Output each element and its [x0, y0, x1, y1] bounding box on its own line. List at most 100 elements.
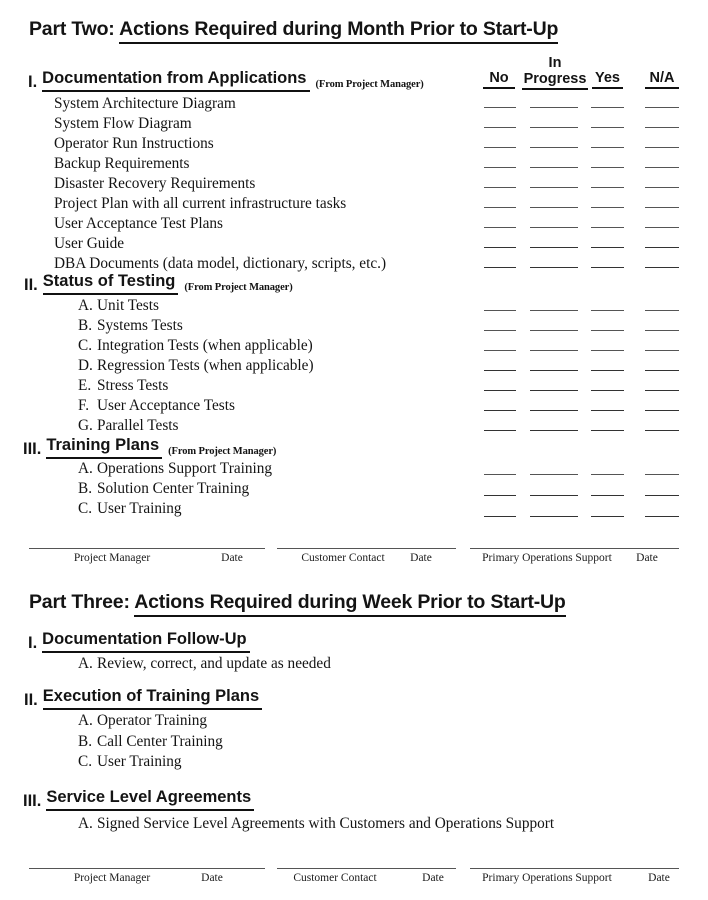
section-title-p3-III: Service Level Agreements — [46, 788, 255, 811]
signature-label-project-manager: Project Manager — [73, 872, 151, 884]
answer-blank-progress[interactable] — [530, 370, 578, 371]
answer-blank-no[interactable] — [484, 227, 516, 228]
answer-blank-na[interactable] — [645, 350, 679, 351]
signature-line-date[interactable] — [197, 548, 265, 549]
answer-blank-yes[interactable] — [591, 330, 624, 331]
answer-blank-no[interactable] — [484, 187, 516, 188]
answer-blank-progress[interactable] — [530, 267, 578, 268]
answer-blank-progress[interactable] — [530, 127, 578, 128]
signature-line-date[interactable] — [615, 548, 679, 549]
list-item-letter: B. — [78, 733, 93, 750]
answer-blank-progress[interactable] — [530, 187, 578, 188]
answer-blank-progress[interactable] — [530, 516, 578, 517]
answer-blank-yes[interactable] — [591, 516, 624, 517]
answer-blank-progress[interactable] — [530, 350, 578, 351]
signature-label-project-manager: Project Manager — [73, 552, 151, 564]
list-item: DBA Documents (data model, dictionary, s… — [54, 256, 386, 271]
answer-blank-yes[interactable] — [591, 207, 624, 208]
answer-blank-na[interactable] — [645, 187, 679, 188]
answer-blank-progress[interactable] — [530, 474, 578, 475]
answer-blank-na[interactable] — [645, 267, 679, 268]
list-item-letter: C. — [78, 753, 93, 770]
answer-blank-no[interactable] — [484, 247, 516, 248]
answer-blank-yes[interactable] — [591, 187, 624, 188]
answer-blank-progress[interactable] — [530, 107, 578, 108]
answer-blank-no[interactable] — [484, 167, 516, 168]
answer-blank-yes[interactable] — [591, 474, 624, 475]
signature-line-date[interactable] — [197, 868, 265, 869]
answer-blank-no[interactable] — [484, 350, 516, 351]
answer-blank-yes[interactable] — [591, 107, 624, 108]
answer-blank-progress[interactable] — [530, 390, 578, 391]
answer-blank-yes[interactable] — [591, 247, 624, 248]
answer-blank-na[interactable] — [645, 410, 679, 411]
answer-blank-na[interactable] — [645, 330, 679, 331]
answer-blank-na[interactable] — [645, 370, 679, 371]
answer-blank-no[interactable] — [484, 330, 516, 331]
answer-blank-progress[interactable] — [530, 330, 578, 331]
list-item: B. Call Center Training — [78, 733, 223, 750]
answer-blank-na[interactable] — [645, 310, 679, 311]
answer-blank-no[interactable] — [484, 430, 516, 431]
signature-line-date[interactable] — [615, 868, 679, 869]
answer-blank-progress[interactable] — [530, 167, 578, 168]
answer-blank-no[interactable] — [484, 310, 516, 311]
answer-blank-na[interactable] — [645, 147, 679, 148]
answer-blank-yes[interactable] — [591, 310, 624, 311]
answer-blank-na[interactable] — [645, 107, 679, 108]
answer-blank-na[interactable] — [645, 516, 679, 517]
signature-line-date[interactable] — [390, 868, 456, 869]
answer-blank-no[interactable] — [484, 390, 516, 391]
answer-blank-no[interactable] — [484, 267, 516, 268]
section-heading-p3-II: II. Execution of Training Plans — [24, 687, 263, 710]
answer-blank-no[interactable] — [484, 107, 516, 108]
answer-blank-yes[interactable] — [591, 495, 624, 496]
answer-blank-na[interactable] — [645, 247, 679, 248]
answer-blank-yes[interactable] — [591, 350, 624, 351]
answer-blank-no[interactable] — [484, 410, 516, 411]
answer-blank-na[interactable] — [645, 474, 679, 475]
answer-blank-yes[interactable] — [591, 267, 624, 268]
answer-blank-na[interactable] — [645, 207, 679, 208]
answer-blank-progress[interactable] — [530, 495, 578, 496]
answer-blank-progress[interactable] — [530, 310, 578, 311]
list-item-text: Stress Tests — [97, 377, 169, 394]
answer-blank-yes[interactable] — [591, 147, 624, 148]
answer-blank-no[interactable] — [484, 516, 516, 517]
answer-blank-no[interactable] — [484, 127, 516, 128]
answer-blank-na[interactable] — [645, 430, 679, 431]
answer-blank-progress[interactable] — [530, 147, 578, 148]
section-note-p2-III: (From Project Manager) — [168, 446, 277, 457]
answer-blank-yes[interactable] — [591, 430, 624, 431]
answer-blank-progress[interactable] — [530, 410, 578, 411]
signature-line-date[interactable] — [390, 548, 456, 549]
answer-blank-yes[interactable] — [591, 410, 624, 411]
answer-blank-progress[interactable] — [530, 207, 578, 208]
answer-blank-na[interactable] — [645, 495, 679, 496]
list-item-letter: G. — [78, 417, 93, 434]
answer-blank-no[interactable] — [484, 495, 516, 496]
list-item-text: Operator Training — [97, 712, 208, 729]
answer-blank-na[interactable] — [645, 167, 679, 168]
list-item: A. Signed Service Level Agreements with C… — [78, 816, 554, 832]
signature-label-date: Date — [648, 872, 670, 884]
answer-blank-yes[interactable] — [591, 127, 624, 128]
answer-blank-no[interactable] — [484, 474, 516, 475]
answer-blank-yes[interactable] — [591, 227, 624, 228]
answer-blank-no[interactable] — [484, 147, 516, 148]
answer-blank-progress[interactable] — [530, 430, 578, 431]
answer-blank-yes[interactable] — [591, 390, 624, 391]
answer-blank-yes[interactable] — [591, 370, 624, 371]
answer-blank-na[interactable] — [645, 227, 679, 228]
answer-blank-no[interactable] — [484, 370, 516, 371]
signature-label-customer-contact: Customer Contact — [301, 552, 385, 564]
answer-blank-na[interactable] — [645, 390, 679, 391]
part-two-label: Part Two: — [29, 18, 115, 40]
answer-blank-na[interactable] — [645, 127, 679, 128]
list-item: User Acceptance Test Plans — [54, 216, 223, 231]
answer-blank-progress[interactable] — [530, 247, 578, 248]
list-item: A. Review, correct, and update as needed — [78, 656, 331, 672]
answer-blank-yes[interactable] — [591, 167, 624, 168]
answer-blank-progress[interactable] — [530, 227, 578, 228]
answer-blank-no[interactable] — [484, 207, 516, 208]
